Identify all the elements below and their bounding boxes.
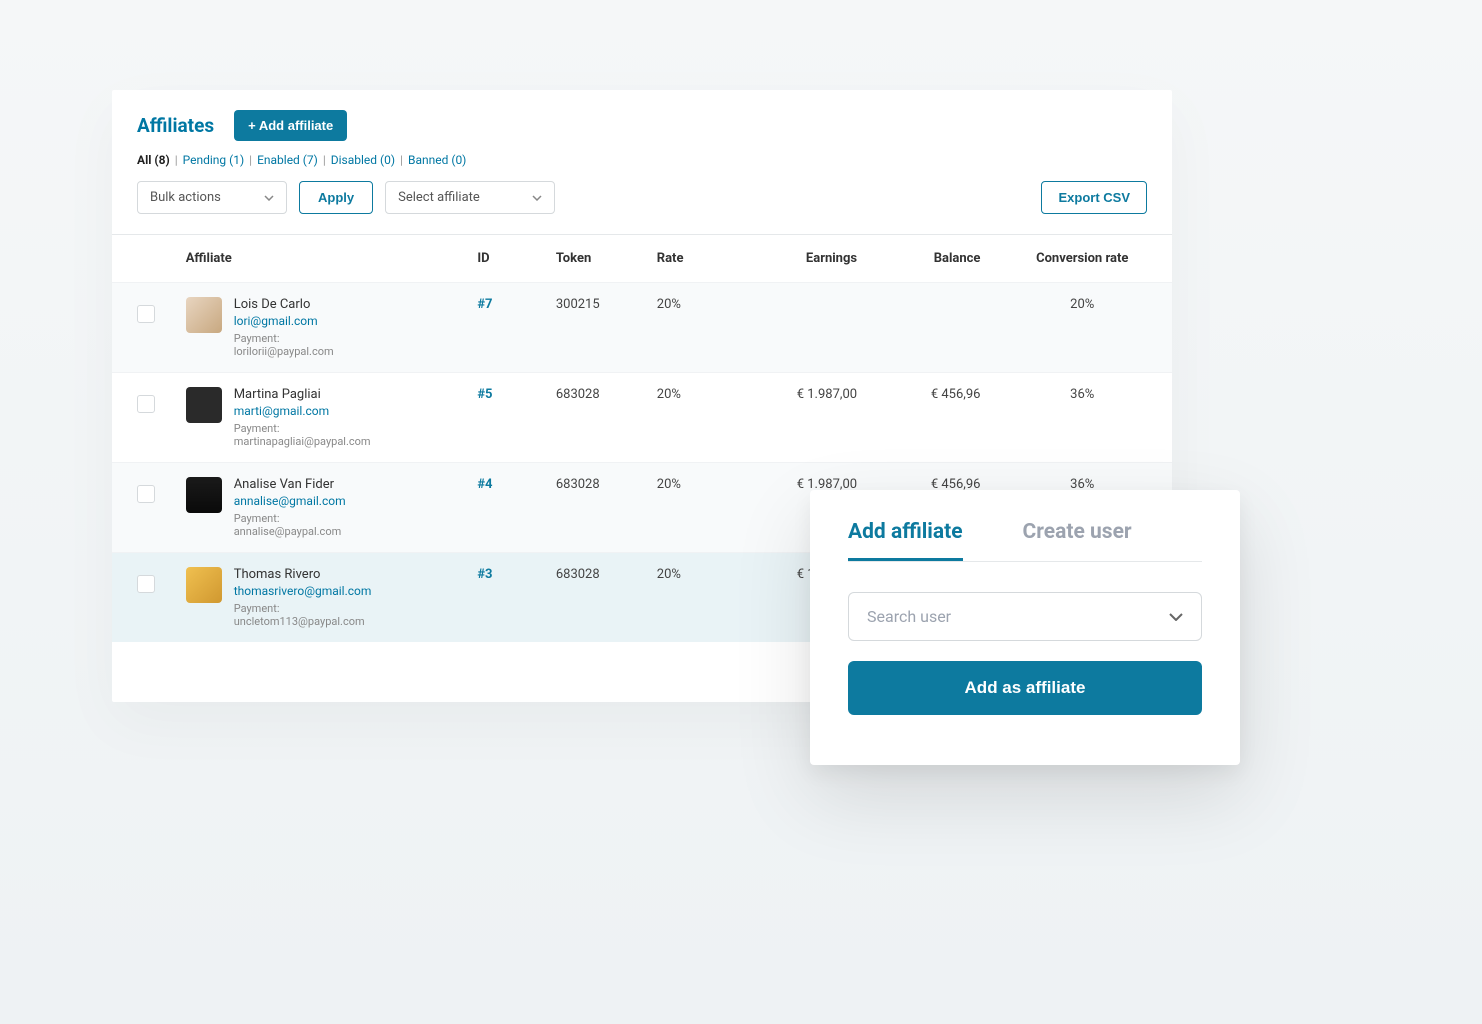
affiliate-email[interactable]: thomasrivero@gmail.com	[234, 584, 372, 598]
payment-email: martinapagliai@paypal.com	[234, 435, 371, 448]
col-affiliate: Affiliate	[174, 235, 466, 283]
affiliate-email[interactable]: marti@gmail.com	[234, 404, 371, 418]
payment-email: annalise@paypal.com	[234, 525, 346, 538]
affiliate-id[interactable]: #4	[477, 477, 492, 492]
search-user-select[interactable]: Search user	[848, 592, 1202, 641]
payment-email: lorilorii@paypal.com	[234, 345, 334, 358]
payment-label: Payment:	[234, 512, 346, 525]
earnings-value: € 1.987,00	[746, 373, 869, 463]
conversion-value: 20%	[992, 283, 1172, 373]
table-row: Martina Pagliai marti@gmail.com Payment:…	[112, 373, 1172, 463]
table-row: Lois De Carlo lori@gmail.com Payment: lo…	[112, 283, 1172, 373]
page-title: Affiliates	[137, 114, 214, 137]
rate-value: 20%	[645, 553, 746, 643]
affiliate-id[interactable]: #7	[477, 297, 492, 312]
chevron-down-icon	[1169, 613, 1183, 621]
affiliate-id[interactable]: #3	[477, 567, 492, 582]
row-checkbox[interactable]	[137, 395, 155, 413]
affiliate-id[interactable]: #5	[477, 387, 492, 402]
bulk-actions-select[interactable]: Bulk actions	[137, 181, 287, 214]
col-id: ID	[465, 235, 544, 283]
rate-value: 20%	[645, 373, 746, 463]
payment-label: Payment:	[234, 602, 372, 615]
affiliate-name: Thomas Rivero	[234, 567, 372, 582]
filter-disabled[interactable]: Disabled (0)	[331, 153, 395, 167]
affiliate-name: Analise Van Fider	[234, 477, 346, 492]
avatar	[186, 297, 222, 333]
search-user-placeholder: Search user	[867, 607, 951, 626]
panel-header: Affiliates + Add affiliate	[112, 90, 1172, 149]
payment-label: Payment:	[234, 422, 371, 435]
filter-enabled[interactable]: Enabled (7)	[257, 153, 318, 167]
chevron-down-icon	[264, 195, 274, 201]
token-value: 683028	[544, 463, 645, 553]
token-value: 683028	[544, 373, 645, 463]
add-affiliate-button[interactable]: + Add affiliate	[234, 110, 347, 141]
col-earnings: Earnings	[746, 235, 869, 283]
apply-button[interactable]: Apply	[299, 181, 373, 214]
controls-row: Bulk actions Apply Select affiliate Expo…	[112, 181, 1172, 234]
token-value: 300215	[544, 283, 645, 373]
row-checkbox[interactable]	[137, 485, 155, 503]
affiliate-email[interactable]: lori@gmail.com	[234, 314, 334, 328]
export-csv-button[interactable]: Export CSV	[1041, 181, 1147, 214]
col-balance: Balance	[869, 235, 992, 283]
row-checkbox[interactable]	[137, 575, 155, 593]
token-value: 683028	[544, 553, 645, 643]
add-affiliate-popup: Add affiliate Create user Search user Ad…	[810, 490, 1240, 765]
select-affiliate-select[interactable]: Select affiliate	[385, 181, 555, 214]
affiliate-name: Martina Pagliai	[234, 387, 371, 402]
affiliate-name: Lois De Carlo	[234, 297, 334, 312]
filter-all[interactable]: All (8)	[137, 153, 170, 167]
filter-pending[interactable]: Pending (1)	[183, 153, 245, 167]
conversion-value: 36%	[992, 373, 1172, 463]
col-rate: Rate	[645, 235, 746, 283]
popup-tabs: Add affiliate Create user	[848, 520, 1202, 562]
avatar	[186, 477, 222, 513]
avatar	[186, 387, 222, 423]
payment-label: Payment:	[234, 332, 334, 345]
col-conversion: Conversion rate	[992, 235, 1172, 283]
chevron-down-icon	[532, 195, 542, 201]
payment-email: uncletom113@paypal.com	[234, 615, 372, 628]
affiliate-email[interactable]: annalise@gmail.com	[234, 494, 346, 508]
tab-create-user[interactable]: Create user	[1023, 520, 1132, 561]
add-as-affiliate-button[interactable]: Add as affiliate	[848, 661, 1202, 715]
select-affiliate-label: Select affiliate	[398, 190, 480, 205]
row-checkbox[interactable]	[137, 305, 155, 323]
bulk-actions-label: Bulk actions	[150, 190, 221, 205]
rate-value: 20%	[645, 463, 746, 553]
col-token: Token	[544, 235, 645, 283]
rate-value: 20%	[645, 283, 746, 373]
filter-banned[interactable]: Banned (0)	[408, 153, 466, 167]
tab-add-affiliate[interactable]: Add affiliate	[848, 520, 963, 561]
balance-value: € 456,96	[869, 373, 992, 463]
earnings-value	[746, 283, 869, 373]
balance-value	[869, 283, 992, 373]
avatar	[186, 567, 222, 603]
filter-tabs: All (8) | Pending (1) | Enabled (7) | Di…	[112, 149, 1172, 181]
